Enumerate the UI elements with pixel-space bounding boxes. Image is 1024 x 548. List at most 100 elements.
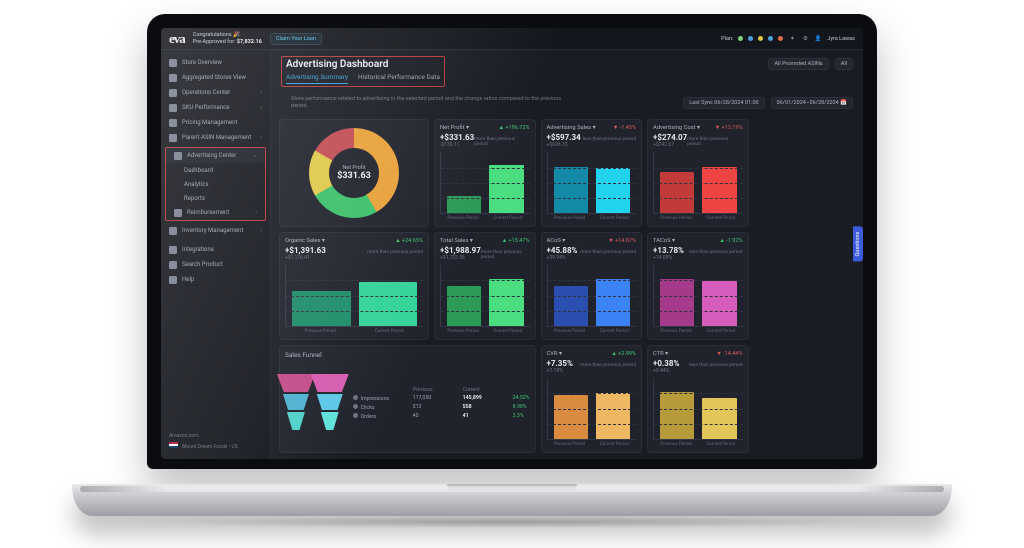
funnel-row-clicks: Clicks5125588.98%: [353, 403, 530, 412]
filter-all[interactable]: All: [835, 58, 853, 70]
nav-store-overview[interactable]: Store Overview: [161, 55, 270, 70]
card-bar-chart: [547, 152, 637, 214]
chevron-right-icon: ›: [255, 209, 257, 216]
card-bar-chart: [440, 152, 530, 214]
card-adv-cost: Advertising Cost ▾▼ +13.19%+$274.07+$242…: [647, 119, 749, 227]
claim-loan-button[interactable]: Claim Your Loan: [270, 33, 322, 45]
chevron-down-icon: ⌄: [252, 152, 257, 159]
status-dot: [768, 36, 773, 41]
bar-label-cur: Current Period: [493, 329, 522, 334]
nav-help[interactable]: Help: [161, 272, 270, 287]
tab-summary[interactable]: Advertising Summary: [286, 73, 348, 84]
nav-inventory[interactable]: Inventory Management›: [161, 223, 270, 238]
bar-label-prev: Previous Period: [447, 329, 478, 334]
bar-label-cur: Current Period: [706, 442, 735, 447]
card-adv-sales: Advertising Sales ▾▼ -1.45%+$597.34+$606…: [541, 119, 643, 227]
bar-label-prev: Previous Period: [660, 216, 691, 221]
card-value: +7.35%: [547, 359, 573, 368]
megaphone-icon: [174, 152, 182, 160]
card-value: +45.88%: [547, 246, 578, 255]
avatar[interactable]: 👤: [814, 35, 822, 43]
card-value: +$1,988.97: [440, 246, 481, 255]
funnel-current: [319, 374, 341, 432]
chevron-right-icon: ›: [260, 104, 262, 111]
card-net-profit: Net Profit ▾▲ +196.72%+$331.63-$139.11mo…: [434, 119, 536, 227]
flag-us-icon: [169, 442, 178, 448]
card-tacos: TACoS ▾▲ -1.92%+13.78%+14.09%less than p…: [647, 232, 749, 340]
asin-icon: [169, 134, 177, 142]
nav-reimbursement[interactable]: Reimbursement›: [166, 205, 265, 220]
store-selector[interactable]: Mount Dream Foods • US: [169, 442, 262, 450]
user-name[interactable]: Jyra Lawas: [827, 36, 855, 42]
card-value: +0.38%: [653, 359, 679, 368]
card-ctr: CTR ▾▼ -14.44%+0.38%+0.44%less than prev…: [647, 345, 749, 453]
filter-asins[interactable]: All Promoted ASINs: [768, 58, 828, 70]
congrats-text: Congratulations 🎉: [193, 32, 262, 39]
card-acos: ACoS ▾▼ +14.87%+45.88%+39.94%more than p…: [541, 232, 643, 340]
card-total-sales: Total Sales ▾▲ +15.47%+$1,988.97+$1,722.…: [434, 232, 536, 340]
bar-label-prev: Previous Period: [554, 329, 585, 334]
card-bar-chart: [653, 152, 743, 214]
sidebar-domain: Amazon.com: [169, 433, 262, 439]
funnel-row-impressions: Impressions117,050145,89924.52%: [353, 394, 530, 403]
questions-tab[interactable]: Questions: [853, 226, 863, 261]
card-note: more than previous period: [580, 363, 636, 368]
metrics-grid: Net Profit$331.63 Net Profit ▾▲ +196.72%…: [271, 115, 863, 459]
nav-aggregated[interactable]: Aggregated Stores View: [161, 70, 270, 85]
sidebar: Store Overview Aggregated Stores View Op…: [161, 50, 271, 459]
card-prev: +$606.15: [547, 142, 581, 148]
box-icon: [169, 227, 177, 235]
bar-label-prev: Previous Period: [660, 329, 691, 334]
bar-label-cur: Current Period: [600, 216, 629, 221]
nav-advertising-center[interactable]: Advertising Center⌄: [166, 148, 265, 163]
bar-label-prev: Previous Period: [554, 442, 585, 447]
topbar: eva Congratulations 🎉 Pre-Approved for: …: [161, 28, 863, 50]
chevron-right-icon: ›: [260, 227, 262, 234]
funnel-previous: [285, 374, 307, 432]
nav-pricing[interactable]: Pricing Management: [161, 115, 270, 130]
ops-icon: [169, 89, 177, 97]
card-note: less than previous period: [689, 250, 742, 255]
tab-historical[interactable]: Historical Performance Data: [358, 73, 440, 84]
card-sales-funnel: Sales Funnel: [279, 345, 536, 453]
plug-icon: [169, 246, 177, 254]
gear-icon[interactable]: ⚙: [801, 35, 809, 43]
nav-operations[interactable]: Operations Center›: [161, 85, 270, 100]
card-bar-chart: [285, 265, 423, 327]
status-dot: [778, 36, 783, 41]
date-range-picker[interactable]: 06/01/2024–06/28/2024 📅: [771, 97, 853, 109]
nav-adv-dashboard[interactable]: Dashboard: [166, 163, 265, 177]
card-note: more than previous period: [481, 250, 530, 260]
preapproved: Pre-Approved for: $7,832.16: [193, 39, 262, 46]
funnel-title: Sales Funnel: [285, 351, 530, 359]
card-value: +$1,391.63: [285, 246, 326, 255]
chevron-right-icon: ›: [260, 134, 262, 141]
funnel-row-orders: Orders40412.5%: [353, 412, 530, 421]
app-root: eva Congratulations 🎉 Pre-Approved for: …: [161, 28, 863, 459]
card-organic-sales: Organic Sales ▾▲ +24.65%+$1,391.63+$1,11…: [279, 232, 429, 340]
card-prev: -$139.11: [440, 142, 474, 148]
brand-logo[interactable]: eva: [169, 31, 185, 47]
bar-label-cur: Current Period: [493, 216, 522, 221]
status-dot: [748, 36, 753, 41]
page-description: Store performance related to advertising…: [281, 94, 581, 112]
card-prev: +39.94%: [547, 255, 578, 261]
card-prev: +7.18%: [547, 368, 573, 374]
nav-sku[interactable]: SKU Performance›: [161, 100, 270, 115]
nav-search-product[interactable]: Search Product: [161, 257, 270, 272]
card-bar-chart: [440, 265, 530, 327]
nav-parent-asin[interactable]: Parent ASIN Management›: [161, 130, 270, 145]
card-prev: +$1,116.41: [285, 255, 326, 261]
sku-icon: [169, 104, 177, 112]
nav-adv-analytics[interactable]: Analytics: [166, 177, 265, 191]
card-prev: +0.44%: [653, 368, 679, 374]
card-value: +13.78%: [653, 246, 684, 255]
bar-label-cur: Current Period: [600, 329, 629, 334]
nav-integrations[interactable]: Integrations: [161, 242, 270, 257]
nav-adv-reports[interactable]: Reports: [166, 191, 265, 205]
main: Advertising Dashboard Advertising Summar…: [271, 50, 863, 459]
bar-label-cur: Current Period: [600, 442, 629, 447]
refund-icon: [174, 209, 182, 217]
notifications-icon[interactable]: ✦: [788, 35, 796, 43]
card-note: more than previous period: [687, 137, 742, 147]
